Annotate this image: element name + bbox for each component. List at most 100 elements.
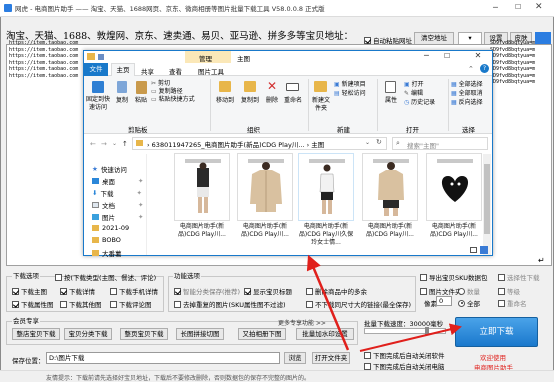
copy-button[interactable]: 复制 bbox=[114, 97, 130, 105]
explorer-maximize-icon[interactable]: ☐ bbox=[444, 52, 450, 60]
sidebar-item-desktop[interactable]: 桌面 ✦ bbox=[92, 176, 143, 186]
file-item[interactable]: 电商图片助手(新品)CDG Play川... bbox=[362, 153, 418, 239]
scrollbar-thumb[interactable] bbox=[484, 164, 490, 234]
sidebar-item-pictures[interactable]: 图片 ✦ bbox=[92, 212, 143, 222]
count-radio[interactable]: 数量 bbox=[458, 286, 480, 296]
ribbon-collapse-icon[interactable]: ⌃ bbox=[468, 65, 474, 73]
delete-button[interactable]: 删除 bbox=[264, 97, 280, 105]
browse-button[interactable]: 浏览 bbox=[284, 352, 306, 364]
show-title-checkbox[interactable]: 显示宝贝标题 bbox=[244, 286, 292, 296]
close-icon[interactable]: ✕ bbox=[535, 2, 543, 12]
large-icons-view-icon[interactable] bbox=[480, 246, 488, 254]
all-radio[interactable]: 全部 bbox=[458, 298, 480, 308]
select-all-button[interactable]: ▦ 全部选择 bbox=[451, 81, 483, 89]
download-detail-checkbox[interactable]: 下载详情 bbox=[60, 286, 95, 296]
back-icon[interactable]: ← bbox=[90, 140, 96, 148]
help-icon[interactable]: ? bbox=[480, 64, 489, 73]
address-dropdown-icon[interactable]: ⌄ bbox=[365, 139, 370, 146]
save-by-type-checkbox[interactable]: 按(下载类型(主图、餐述、评论) bbox=[55, 272, 156, 282]
remove-extra-checkbox[interactable]: 删除商品中的多余 bbox=[306, 286, 367, 296]
new-folder-button[interactable]: 新建文件夹 bbox=[310, 97, 332, 113]
recent-icon[interactable]: ⌄ bbox=[112, 140, 117, 147]
more-member-link[interactable]: 更多专享功能 >> bbox=[278, 318, 326, 327]
grade-checkbox[interactable]: 等级 bbox=[498, 286, 520, 296]
tab-picture-tools[interactable]: 图片工具 bbox=[198, 66, 224, 76]
search-box[interactable]: ⌕ 搜索"主图" bbox=[392, 137, 488, 150]
select-none-button[interactable]: ▦ 全部取消 bbox=[451, 90, 483, 98]
open-folder-button[interactable]: 打开文件夹 bbox=[312, 352, 350, 364]
move-to-icon bbox=[219, 81, 231, 92]
cut-button[interactable]: ✂ 剪切 bbox=[151, 80, 170, 88]
invert-selection-button[interactable]: ▦ 反向选择 bbox=[451, 99, 483, 107]
sidebar-item-downloads[interactable]: ⬇ 下载 ✦ bbox=[92, 188, 142, 198]
download-other-checkbox[interactable]: 下载其他图 bbox=[60, 299, 102, 309]
easy-access-button[interactable]: ▤ 轻松访问 bbox=[334, 90, 366, 98]
file-item[interactable]: 电商图片助手(新品)CDG Play川久保玲女士情... bbox=[298, 153, 354, 247]
auto-close-app-checkbox[interactable]: 下图完成后自动关闭软件 bbox=[364, 350, 445, 360]
image-folder-checkbox[interactable]: 图片文件夹 bbox=[420, 286, 462, 296]
history-button[interactable]: ◷ 历史记录 bbox=[404, 99, 435, 107]
copy-icon bbox=[117, 81, 127, 93]
sidebar-item-bobo[interactable]: BOBO bbox=[92, 236, 121, 244]
no-same-size-checkbox[interactable]: 不下载同尺寸大的链接(最全保存) bbox=[306, 299, 411, 309]
selective-download-checkbox[interactable]: 选择性下载 bbox=[498, 272, 540, 282]
start-download-button[interactable]: 立即下载 bbox=[455, 317, 538, 347]
pin-quick-access-button[interactable]: 固定到快速访问 bbox=[84, 96, 112, 112]
long-image-button[interactable]: 长图拼接切图 bbox=[176, 328, 224, 340]
dedupe-checkbox[interactable]: 去掉重复的图片(SKU属性图不过滤) bbox=[174, 299, 286, 309]
move-to-button[interactable]: 移动到 bbox=[213, 97, 237, 105]
category-download-button[interactable]: 宝贝分类下载 bbox=[64, 328, 112, 340]
save-path-input[interactable]: D:\图片下载 bbox=[46, 352, 280, 364]
tab-file[interactable]: 文件 bbox=[84, 63, 108, 76]
manage-tab[interactable]: 管理 bbox=[185, 51, 231, 63]
paste-button[interactable]: 粘贴 bbox=[133, 97, 149, 105]
download-review-checkbox[interactable]: 下载评论图 bbox=[110, 299, 152, 309]
batch-speed-slider[interactable] bbox=[364, 327, 446, 335]
paste-shortcut-button[interactable]: ▭ 粘贴快捷方式 bbox=[151, 96, 195, 104]
smart-classify-checkbox[interactable]: 智能分类保存(推荐) bbox=[174, 286, 240, 296]
file-item[interactable]: 电商图片助手(新品)CDG Play川... bbox=[174, 153, 230, 239]
explorer-minimize-icon[interactable]: ─ bbox=[424, 51, 429, 60]
new-item-button[interactable]: ▣ 新建项目 bbox=[334, 81, 366, 89]
edit-button[interactable]: ✎ 编辑 bbox=[404, 90, 423, 98]
pin-icon: ✦ bbox=[138, 201, 144, 209]
youpai-album-button[interactable]: 又拍相册下图 bbox=[238, 328, 286, 340]
page-download-button[interactable]: 整页宝贝下载 bbox=[120, 328, 168, 340]
download-mobile-detail-checkbox[interactable]: 下载手机详情 bbox=[110, 286, 158, 296]
properties-button[interactable]: 属性 bbox=[380, 97, 402, 105]
address-bar[interactable]: › 638011947265_电商图片助手(新品)CDG Play川... › … bbox=[132, 137, 387, 150]
sidebar-item-folder-2021-09[interactable]: 2021-09 bbox=[92, 224, 129, 232]
tab-share[interactable]: 共享 bbox=[141, 66, 154, 76]
sidebar-item-quick-access[interactable]: ★ 快速访问 bbox=[92, 164, 127, 174]
sidebar-item-documents[interactable]: 文档 ✦ bbox=[92, 200, 143, 210]
rename-checkbox[interactable]: 重命名 bbox=[498, 298, 527, 308]
folder-icon bbox=[87, 53, 95, 60]
watermark-button[interactable]: 批量加水印设置 bbox=[296, 328, 354, 340]
up-icon[interactable]: ↑ bbox=[122, 140, 128, 148]
qat-icon[interactable] bbox=[98, 54, 104, 60]
rename-button[interactable]: 重命名 bbox=[282, 97, 304, 105]
minimize-icon[interactable]: ─ bbox=[493, 3, 498, 12]
copy-to-button[interactable]: 复制到 bbox=[238, 97, 262, 105]
pixel-input[interactable]: 0 bbox=[436, 296, 452, 306]
download-attr-checkbox[interactable]: 下载属性图 bbox=[12, 299, 54, 309]
maximize-icon[interactable]: ☐ bbox=[515, 3, 521, 11]
sidebar-item-dafanshu[interactable]: 大番薯 bbox=[92, 248, 122, 258]
file-item[interactable]: 电商图片助手(新品)CDG Play川... bbox=[426, 153, 482, 239]
tab-home[interactable]: 主页 bbox=[111, 63, 135, 77]
refresh-icon[interactable]: ↻ bbox=[376, 138, 382, 146]
shop-download-button[interactable]: 整店宝贝下载 bbox=[12, 328, 60, 340]
file-item[interactable]: 电商图片助手(新品)CDG Play川... bbox=[237, 153, 293, 239]
details-view-icon[interactable] bbox=[470, 247, 477, 253]
slider-thumb[interactable] bbox=[425, 327, 429, 335]
copy-path-button[interactable]: ▭ 复制路径 bbox=[151, 88, 183, 96]
explorer-close-icon[interactable]: ✕ bbox=[464, 51, 492, 63]
scrollbar[interactable] bbox=[483, 154, 491, 255]
title-bar: 网虎 - 电商图片助手 —— 淘宝、天猫、1688网页、京东、微商相册等图片批量… bbox=[0, 0, 554, 17]
open-button[interactable]: ▣ 打开 bbox=[404, 81, 424, 89]
url-line: SD9fvd8bqtyua=m bbox=[490, 46, 536, 53]
export-sku-checkbox[interactable]: 导出宝贝SKU数据包 bbox=[420, 272, 487, 282]
download-main-checkbox[interactable]: 下载主图 bbox=[12, 286, 47, 296]
tab-view[interactable]: 查看 bbox=[169, 66, 182, 76]
forward-icon[interactable]: → bbox=[101, 140, 107, 148]
